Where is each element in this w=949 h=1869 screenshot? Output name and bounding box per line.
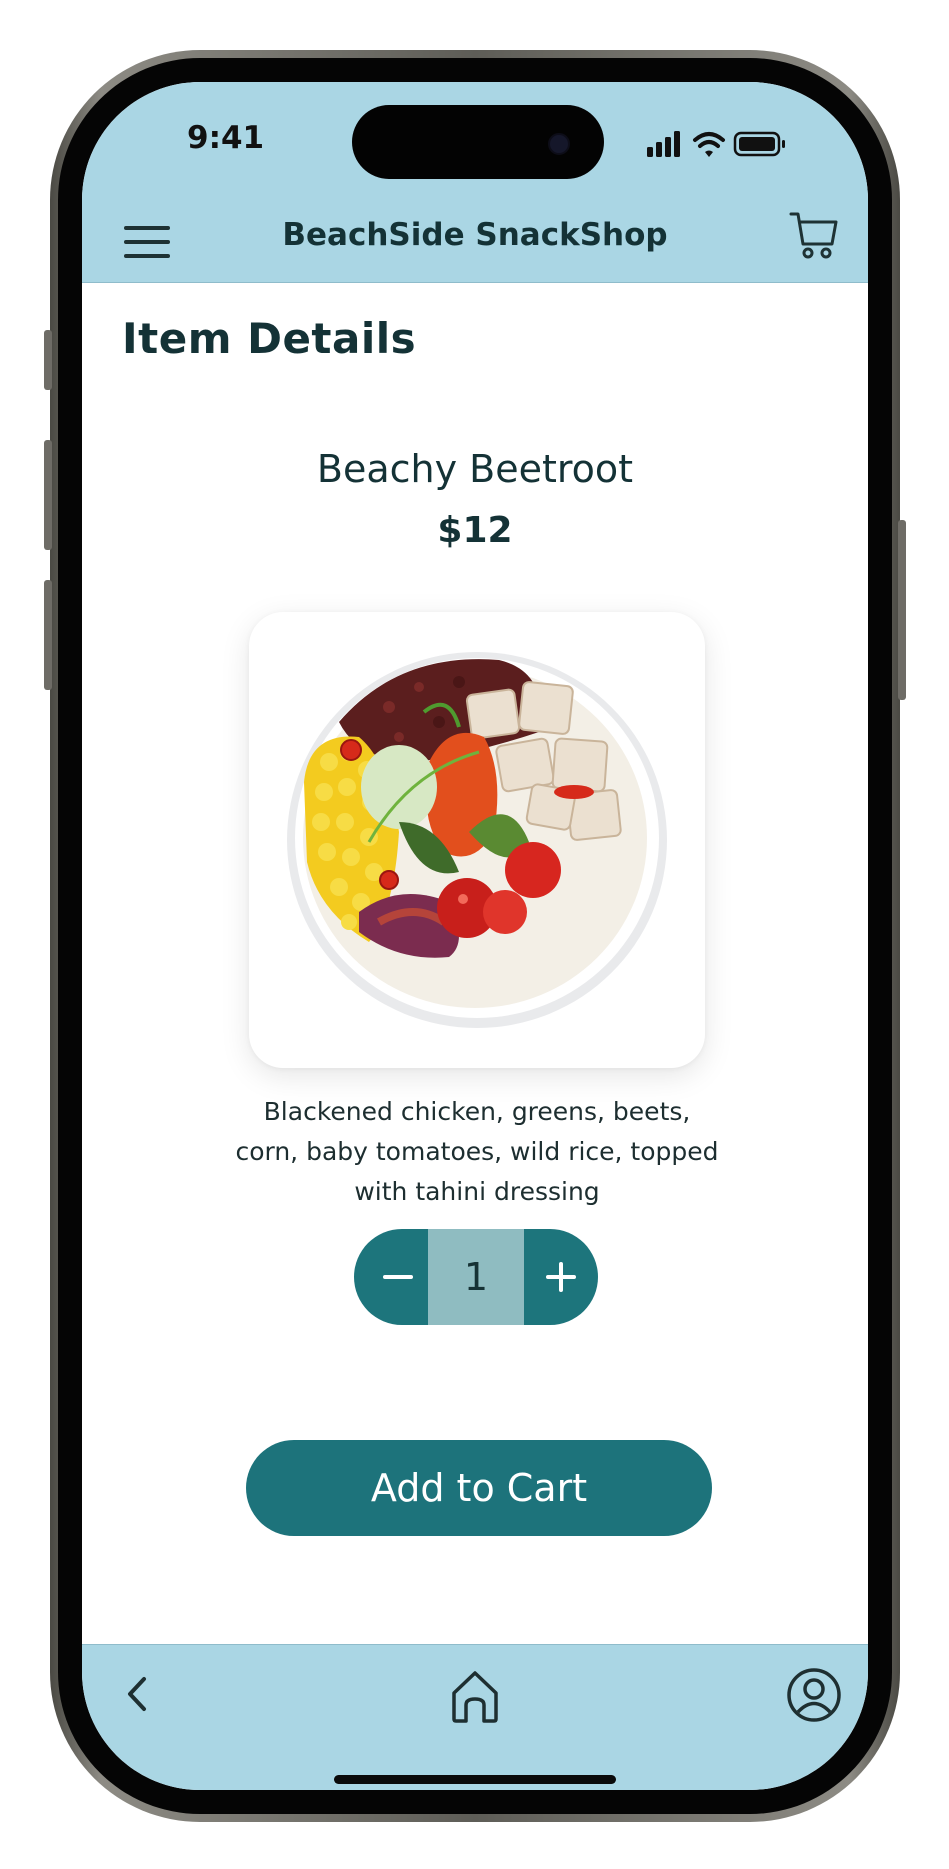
add-to-cart-button[interactable]: Add to Cart xyxy=(246,1440,712,1536)
hamburger-menu-icon[interactable] xyxy=(124,224,170,260)
app-title: BeachSide SnackShop xyxy=(282,217,668,253)
side-button xyxy=(44,440,52,550)
side-button xyxy=(44,330,52,390)
signal-icon xyxy=(647,131,785,157)
food-bowl-image xyxy=(249,612,705,1068)
shopping-cart-icon[interactable] xyxy=(788,210,840,262)
item-name: Beachy Beetroot xyxy=(316,447,634,491)
app-header: 9:41 BeachSide SnackShop xyxy=(82,82,868,283)
quantity-value: 1 xyxy=(428,1229,524,1325)
plus-icon[interactable] xyxy=(524,1229,598,1325)
camera-icon xyxy=(548,133,570,155)
home-indicator[interactable] xyxy=(334,1775,616,1784)
quantity-stepper: 1 xyxy=(354,1229,598,1325)
side-button xyxy=(44,580,52,690)
bottom-nav xyxy=(82,1644,868,1790)
back-icon[interactable] xyxy=(118,1669,158,1719)
phone-screen: 9:41 BeachSide SnackShop Item Details Be… xyxy=(82,82,868,1790)
minus-icon[interactable] xyxy=(354,1229,428,1325)
status-time: 9:41 xyxy=(187,120,265,156)
status-icons xyxy=(647,129,807,159)
item-description: Blackened chicken, greens, beets, corn, … xyxy=(235,1097,719,1206)
dynamic-island xyxy=(352,105,604,179)
page-title: Item Details xyxy=(122,314,417,363)
item-price: $12 xyxy=(437,510,513,551)
side-button xyxy=(898,520,906,700)
home-icon[interactable] xyxy=(446,1663,504,1727)
profile-icon[interactable] xyxy=(784,1665,844,1725)
